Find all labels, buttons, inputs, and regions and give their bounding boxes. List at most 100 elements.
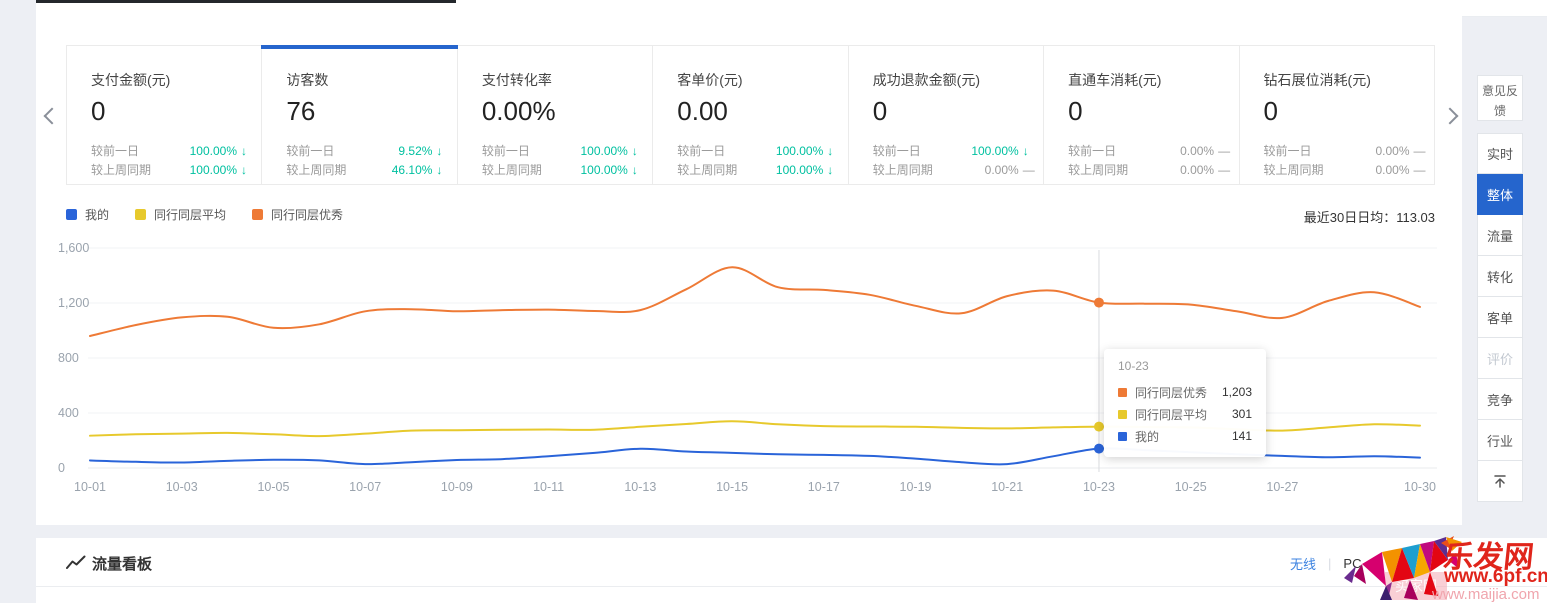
card-visitors[interactable]: 访客数 76 较前一日9.52% 较上周同期46.10% (262, 46, 457, 184)
tooltip-row: 同行同层优秀1,203 (1118, 381, 1252, 403)
compare-label: 较上周同期 (91, 161, 175, 180)
y-tick-label: 1,200 (58, 296, 89, 310)
compare-label: 较上周同期 (677, 161, 761, 180)
feedback-button[interactable]: 意见反馈 (1477, 75, 1523, 121)
y-tick-label: 0 (58, 461, 65, 475)
compare-value: 9.52% (370, 142, 432, 161)
compare-label: 较前一日 (286, 142, 370, 161)
device-switch: 无线 | PC (1290, 554, 1361, 573)
sidebar-item-realtime[interactable]: 实时 (1477, 133, 1523, 174)
legend-item-peer-best[interactable]: 同行同层优秀 (252, 206, 343, 223)
section-title: 流量看板 (92, 553, 152, 574)
legend-swatch-icon (135, 209, 146, 220)
x-tick-label: 10-01 (74, 480, 106, 494)
down-arrow-icon (823, 161, 845, 180)
back-to-top-icon (1492, 473, 1508, 489)
chart-legend: 我的 同行同层平均 同行同层优秀 (66, 206, 343, 223)
active-card-bar (261, 45, 457, 49)
compare-value: 0.00% (1152, 142, 1214, 161)
compare-value: 100.00% (175, 142, 237, 161)
sidebar-item-traffic[interactable]: 流量 (1477, 215, 1523, 256)
card-avg-order-value[interactable]: 客单价(元) 0.00 较前一日100.00% 较上周同期100.00% (653, 46, 848, 184)
x-tick-label: 10-21 (991, 480, 1023, 494)
legend-item-mine[interactable]: 我的 (66, 206, 109, 223)
x-tick-label: 10-23 (1083, 480, 1115, 494)
hover-dot (1094, 298, 1104, 308)
sidebar-item-conversion[interactable]: 转化 (1477, 256, 1523, 297)
card-value: 0.00 (677, 96, 847, 127)
compare-label: 较上周同期 (1068, 161, 1152, 180)
tooltip-row: 我的141 (1118, 425, 1252, 447)
compare-value: 100.00% (175, 161, 237, 180)
sidebar-item-overall[interactable]: 整体 (1477, 174, 1523, 215)
x-tick-label: 10-25 (1175, 480, 1207, 494)
tab-pc[interactable]: PC (1343, 556, 1361, 571)
flat-dash-icon (1214, 161, 1236, 180)
x-tick-label: 10-15 (716, 480, 748, 494)
down-arrow-icon (628, 142, 650, 161)
chart-tooltip: 10-23 同行同层优秀1,203 同行同层平均301 我的141 (1104, 349, 1266, 457)
compare-value: 100.00% (761, 161, 823, 180)
tab-wireless[interactable]: 无线 (1290, 554, 1316, 573)
avg-30d-caption: 最近30日日均：113.03 (1135, 207, 1435, 226)
card-title: 直通车消耗(元) (1068, 70, 1238, 90)
sidebar-item-competition[interactable]: 竞争 (1477, 379, 1523, 420)
x-tick-label: 10-17 (808, 480, 840, 494)
compare-label: 较前一日 (677, 142, 761, 161)
flat-dash-icon (1019, 161, 1041, 180)
card-pay-amount[interactable]: 支付金额(元) 0 较前一日100.00% 较上周同期100.00% (67, 46, 262, 184)
card-diamond-spend[interactable]: 钻石展位消耗(元) 0 较前一日0.00% 较上周同期0.00% (1240, 46, 1434, 184)
card-ztc-spend[interactable]: 直通车消耗(元) 0 较前一日0.00% 较上周同期0.00% (1044, 46, 1239, 184)
sidebar-item-industry[interactable]: 行业 (1477, 420, 1523, 461)
compare-label: 较前一日 (1264, 142, 1348, 161)
compare-value: 0.00% (1152, 161, 1214, 180)
card-conversion-rate[interactable]: 支付转化率 0.00% 较前一日100.00% 较上周同期100.00% (458, 46, 653, 184)
x-tick-label: 10-30 (1404, 480, 1436, 494)
y-tick-label: 400 (58, 406, 79, 420)
divider: | (1328, 556, 1331, 571)
tooltip-row: 同行同层平均301 (1118, 403, 1252, 425)
tooltip-date: 10-23 (1118, 359, 1252, 373)
flat-dash-icon (1410, 161, 1432, 180)
compare-value: 100.00% (761, 142, 823, 161)
card-value: 0 (873, 96, 1043, 127)
card-title: 钻石展位消耗(元) (1264, 70, 1434, 90)
flat-dash-icon (1214, 142, 1236, 161)
trend-icon (66, 555, 86, 571)
legend-swatch-icon (66, 209, 77, 220)
x-tick-label: 10-11 (533, 480, 564, 494)
x-tick-label: 10-05 (257, 480, 289, 494)
hover-dot (1094, 422, 1104, 432)
y-tick-label: 1,600 (58, 241, 89, 255)
legend-label: 同行同层优秀 (271, 206, 343, 223)
down-arrow-icon (432, 161, 454, 180)
down-arrow-icon (1019, 142, 1041, 161)
compare-label: 较上周同期 (873, 161, 957, 180)
card-title: 客单价(元) (677, 70, 847, 90)
right-sidebar: 意见反馈 实时 整体 流量 转化 客单 评价 竞争 行业 (1477, 75, 1523, 502)
compare-value: 46.10% (370, 161, 432, 180)
compare-label: 较前一日 (1068, 142, 1152, 161)
sidebar-item-order[interactable]: 客单 (1477, 297, 1523, 338)
traffic-board-section: 流量看板 无线 | PC (36, 538, 1547, 603)
down-arrow-icon (432, 142, 454, 161)
down-arrow-icon (823, 142, 845, 161)
compare-label: 较上周同期 (1264, 161, 1348, 180)
down-arrow-icon (237, 161, 259, 180)
x-tick-label: 10-03 (166, 480, 198, 494)
back-to-top-button[interactable] (1477, 461, 1523, 502)
sidebar-item-reviews[interactable]: 评价 (1477, 338, 1523, 379)
card-value: 0 (91, 96, 261, 127)
x-tick-label: 10-27 (1266, 480, 1298, 494)
compare-label: 较上周同期 (286, 161, 370, 180)
card-title: 支付金额(元) (91, 70, 261, 90)
series-line-同行同层优秀 (90, 267, 1420, 336)
compare-value: 100.00% (957, 142, 1019, 161)
legend-swatch-icon (1118, 388, 1127, 397)
legend-label: 同行同层平均 (154, 206, 226, 223)
card-value: 0 (1264, 96, 1434, 127)
x-tick-label: 10-09 (441, 480, 473, 494)
card-refund-amount[interactable]: 成功退款金额(元) 0 较前一日100.00% 较上周同期0.00% (849, 46, 1044, 184)
legend-swatch-icon (252, 209, 263, 220)
legend-item-peer-avg[interactable]: 同行同层平均 (135, 206, 226, 223)
